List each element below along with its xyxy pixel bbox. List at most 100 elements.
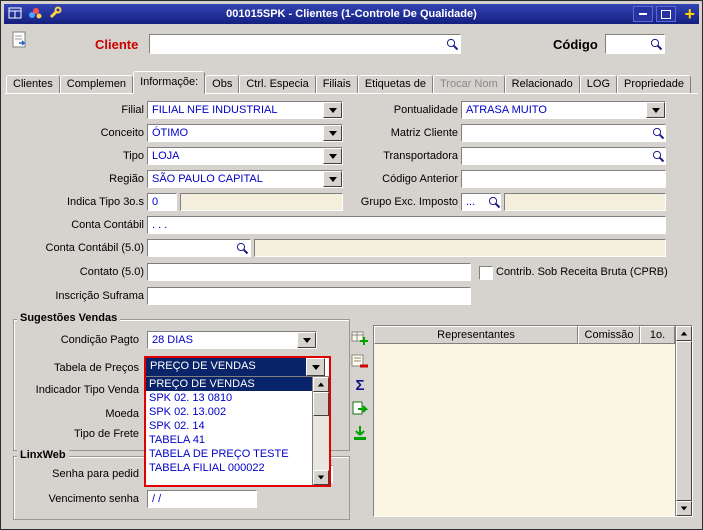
contato-50-label: Contato (5.0)	[9, 263, 144, 281]
app-window: 001015SPK - Clientes (1-Controle De Qual…	[0, 0, 703, 530]
close-plus-icon[interactable]: +	[684, 7, 695, 21]
tab-relacionado[interactable]: Relacionado	[505, 75, 580, 94]
list-item[interactable]: SPK 02. 14	[146, 419, 312, 433]
tab-etiquetas[interactable]: Etiquetas de	[358, 75, 433, 94]
conceito-combo[interactable]: ÓTIMO	[147, 124, 343, 142]
cliente-label: Cliente	[95, 37, 138, 52]
transportadora-search-icon[interactable]	[651, 149, 665, 163]
tabela-precos-list: PREÇO DE VENDAS SPK 02. 13 0810 SPK 02. …	[146, 376, 329, 485]
pontualidade-label: Pontualidade	[346, 101, 458, 119]
export-doc-icon[interactable]	[350, 399, 370, 419]
grid-add-icon[interactable]	[350, 327, 370, 347]
grid-scrollbar[interactable]	[675, 326, 692, 516]
conta-contabil-50-desc-field	[254, 239, 666, 257]
wrench-icon[interactable]	[48, 6, 62, 22]
conta-contabil-50-search-icon[interactable]	[235, 241, 249, 255]
grid-body[interactable]	[374, 344, 675, 516]
transportadora-label: Transportadora	[346, 147, 458, 165]
chevron-down-icon	[323, 171, 342, 187]
cprb-checkbox[interactable]	[479, 266, 493, 280]
chevron-down-icon	[323, 125, 342, 141]
tab-filiais[interactable]: Filiais	[316, 75, 358, 94]
pontualidade-combo[interactable]: ATRASA MUITO	[461, 101, 666, 119]
chevron-down-icon	[306, 358, 325, 376]
window-title: 001015SPK - Clientes (1-Controle De Qual…	[4, 8, 699, 20]
tipo-combo[interactable]: LOJA	[147, 147, 343, 165]
tab-strip: Clientes Complemen Informaçõe: Obs Ctrl.…	[6, 71, 697, 94]
vencimento-senha-label: Vencimento senha	[9, 490, 139, 508]
list-item[interactable]: TABELA FILIAL 000022	[146, 461, 312, 475]
chevron-down-icon	[323, 148, 342, 164]
tab-propriedade[interactable]: Propriedade	[617, 75, 691, 94]
matriz-cliente-label: Matriz Cliente	[346, 124, 458, 142]
list-item[interactable]: SPK 02. 13.002	[146, 405, 312, 419]
tabela-precos-combo[interactable]: PREÇO DE VENDAS	[146, 358, 325, 376]
grid-header-row: Representantes Comissão 1o.	[374, 326, 675, 344]
moeda-label: Moeda	[9, 405, 139, 423]
codigo-anterior-input[interactable]	[461, 170, 666, 188]
tab-clientes[interactable]: Clientes	[6, 75, 60, 94]
chevron-down-icon	[297, 332, 316, 348]
grid-remove-icon[interactable]	[350, 351, 370, 371]
titlebar: 001015SPK - Clientes (1-Controle De Qual…	[4, 4, 699, 24]
cprb-checkbox-label: Contrib. Sob Receita Bruta (CPRB)	[496, 266, 668, 278]
conceito-label: Conceito	[9, 124, 144, 142]
scroll-up-icon	[313, 377, 329, 392]
tabela-precos-open-dropdown: PREÇO DE VENDAS PREÇO DE VENDAS SPK 02. …	[144, 356, 331, 487]
cliente-input[interactable]	[149, 34, 461, 54]
cliente-search-icon[interactable]	[445, 37, 459, 51]
col-1o[interactable]: 1o.	[640, 326, 675, 344]
maximize-button[interactable]	[656, 6, 676, 22]
conta-contabil-50-label: Conta Contábil (5.0)	[9, 239, 144, 257]
scroll-down-icon	[676, 501, 692, 516]
tab-trocar-nome: Trocar Nom	[433, 75, 505, 94]
matriz-cliente-search-icon[interactable]	[651, 126, 665, 140]
sugestoes-vendas-title: Sugestões Vendas	[17, 312, 120, 324]
tipo-frete-label: Tipo de Frete	[9, 425, 139, 443]
contato-50-input[interactable]	[147, 263, 471, 281]
col-comissao[interactable]: Comissão	[578, 326, 640, 344]
sum-sigma-icon[interactable]: Σ	[350, 375, 370, 395]
list-item[interactable]: SPK 02. 13 0810	[146, 391, 312, 405]
filial-combo[interactable]: FILIAL NFE INDUSTRIAL	[147, 101, 343, 119]
dropdown-scrollbar[interactable]	[312, 377, 329, 485]
indicador-tipo-venda-label: Indicador Tipo Venda	[9, 381, 139, 399]
scroll-up-icon	[676, 326, 692, 341]
download-icon[interactable]	[350, 423, 370, 443]
senha-pedido-label: Senha para pedid	[9, 465, 139, 483]
beads-icon[interactable]	[28, 6, 42, 22]
transportadora-input[interactable]	[461, 147, 666, 165]
tab-informacoes[interactable]: Informaçõe:	[133, 71, 205, 94]
list-item[interactable]: TABELA DE PREÇO TESTE	[146, 447, 312, 461]
minimize-button[interactable]	[633, 6, 653, 22]
list-item[interactable]: TABELA 41	[146, 433, 312, 447]
tab-complemento[interactable]: Complemen	[60, 75, 133, 94]
tab-panel-divider	[5, 93, 698, 94]
condicao-pagto-label: Condição Pagto	[9, 331, 139, 349]
vencimento-senha-input[interactable]: / /	[147, 490, 257, 508]
indica-tipo-input[interactable]: 0	[147, 193, 177, 211]
window-grid-icon[interactable]	[8, 7, 22, 22]
condicao-pagto-combo[interactable]: 28 DIAS	[147, 331, 317, 349]
tab-ctrl-especial[interactable]: Ctrl. Especia	[239, 75, 315, 94]
grupo-exc-imposto-desc-field	[504, 193, 666, 211]
inscricao-suframa-label: Inscrição Suframa	[9, 287, 144, 305]
codigo-search-icon[interactable]	[649, 37, 663, 51]
grupo-exc-imposto-search-icon[interactable]	[487, 195, 501, 209]
export-page-icon[interactable]	[11, 31, 29, 52]
inscricao-suframa-input[interactable]	[147, 287, 471, 305]
tipo-label: Tipo	[9, 147, 144, 165]
tab-log[interactable]: LOG	[580, 75, 617, 94]
indica-tipo-desc-field	[180, 193, 343, 211]
conta-contabil-input[interactable]: . . .	[147, 216, 666, 234]
tab-obs[interactable]: Obs	[205, 75, 239, 94]
grupo-exc-imposto-label: Grupo Exc. Imposto	[346, 193, 458, 211]
col-representantes[interactable]: Representantes	[374, 326, 578, 344]
list-item[interactable]: PREÇO DE VENDAS	[146, 377, 312, 391]
conta-contabil-label: Conta Contábil	[9, 216, 144, 234]
scroll-down-icon	[313, 470, 329, 485]
indica-tipo-label: Indica Tipo 3o.s	[9, 193, 144, 211]
regiao-combo[interactable]: SÃO PAULO CAPITAL	[147, 170, 343, 188]
matriz-cliente-input[interactable]	[461, 124, 666, 142]
linxweb-title: LinxWeb	[17, 449, 69, 461]
